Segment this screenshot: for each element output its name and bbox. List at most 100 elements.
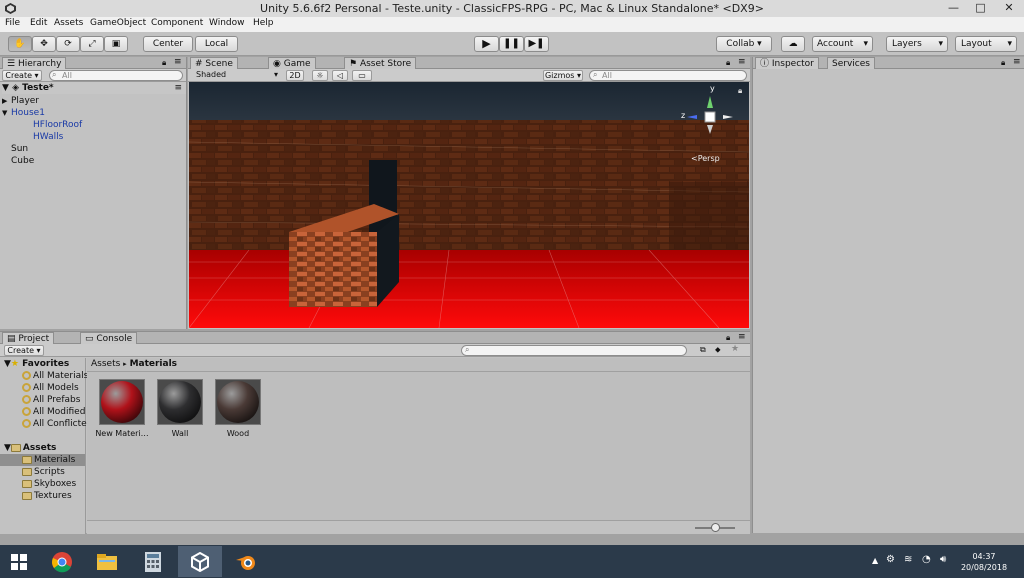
favorites-header[interactable]: ▼★ Favorites [0, 358, 85, 370]
menu-help[interactable]: Help [253, 18, 274, 28]
filter-type-icon[interactable]: ⧉ [700, 345, 706, 355]
menu-edit[interactable]: Edit [30, 18, 47, 28]
star-icon[interactable]: ★ [731, 344, 739, 354]
pivot-center-button[interactable]: Center [143, 36, 193, 52]
lock-icon[interactable]: 🔒︎ [726, 58, 730, 68]
persp-label[interactable]: <Persp [691, 154, 720, 163]
rect-tool-icon[interactable]: ▣ [104, 36, 128, 52]
play-button[interactable]: ▶ [474, 36, 499, 52]
close-button[interactable]: ✕ [994, 0, 1024, 17]
collab-button[interactable]: Collab ▾ [716, 36, 772, 52]
panel-menu-icon[interactable]: ≡ [174, 57, 182, 67]
hierarchy-item[interactable]: Sun [0, 143, 186, 155]
step-button[interactable]: ▶❚ [524, 36, 549, 52]
favorite-item[interactable]: All Modified [0, 406, 85, 418]
panel-menu-icon[interactable]: ≡ [738, 332, 746, 342]
scene-viewport[interactable]: y z 🔒︎ <Persp [189, 82, 749, 328]
scale-tool-icon[interactable]: ⤢ [80, 36, 104, 52]
pivot-local-button[interactable]: Local [195, 36, 238, 52]
lock-icon[interactable]: 🔒︎ [726, 333, 730, 343]
audio-toggle-icon[interactable]: ◁ [332, 70, 348, 81]
pause-button[interactable]: ❚❚ [499, 36, 524, 52]
layout-dropdown[interactable]: Layout ▾ [955, 36, 1017, 52]
wifi-tray-icon[interactable]: ◔ [922, 554, 931, 565]
calculator-icon[interactable] [131, 546, 175, 577]
steam-tray-icon[interactable]: ⚙ [886, 554, 895, 565]
hierarchy-item[interactable]: ▼ House1 [0, 107, 186, 119]
volume-tray-icon[interactable]: 🔊︎ [940, 554, 946, 565]
windows-start-icon[interactable] [0, 546, 38, 577]
material-label: Wood [226, 429, 250, 438]
menu-assets[interactable]: Assets [54, 18, 83, 28]
lock-icon[interactable]: 🔒︎ [162, 58, 166, 68]
chrome-icon[interactable] [40, 546, 84, 577]
tab-asset-store[interactable]: ⚑ Asset Store [344, 57, 417, 69]
move-tool-icon[interactable]: ✥ [32, 36, 56, 52]
breadcrumb-materials[interactable]: Materials [130, 359, 177, 369]
hierarchy-item[interactable]: HWalls [0, 131, 186, 143]
network-tray-icon[interactable]: ≋ [904, 554, 912, 565]
rotate-tool-icon[interactable]: ⟳ [56, 36, 80, 52]
hand-tool-icon[interactable]: ✋ [8, 36, 32, 52]
favorite-item[interactable]: All Prefabs [0, 394, 85, 406]
folder-item[interactable]: Textures [0, 490, 85, 502]
light-toggle-icon[interactable]: ☼ [312, 70, 328, 81]
hierarchy-search-input[interactable]: All [49, 70, 183, 81]
cloud-icon[interactable]: ☁ [781, 36, 805, 52]
expand-arrow-icon[interactable]: ▶ [2, 95, 11, 107]
zoom-slider-handle[interactable] [711, 523, 720, 532]
menu-window[interactable]: Window [209, 18, 245, 28]
file-explorer-icon[interactable] [85, 546, 129, 577]
hierarchy-item[interactable]: ▶ Player [0, 95, 186, 107]
account-label: Account [817, 39, 854, 49]
taskbar-clock[interactable]: 04:37 20/08/2018 [954, 551, 1014, 573]
layers-dropdown[interactable]: Layers ▾ [886, 36, 948, 52]
folder-item[interactable]: Materials [0, 454, 85, 466]
menu-gameobject[interactable]: GameObject [90, 18, 146, 28]
orientation-gizmo[interactable] [685, 86, 741, 146]
scene-root-item[interactable]: ▼ ◈ Teste* ≡ [2, 82, 186, 94]
tab-inspector[interactable]: ⓘ Inspector [755, 57, 819, 69]
tab-services[interactable]: Services [827, 57, 875, 69]
material-asset[interactable]: New Materi… [93, 379, 151, 438]
folder-item[interactable]: Scripts [0, 466, 85, 478]
material-asset[interactable]: Wood [209, 379, 267, 438]
assets-header[interactable]: ▼ Assets [0, 442, 85, 454]
favorite-item[interactable]: All Materials [0, 370, 88, 382]
tab-console[interactable]: ▭ Console [80, 332, 138, 344]
panel-menu-icon[interactable]: ≡ [738, 57, 746, 67]
menu-component[interactable]: Component [151, 18, 203, 28]
scene-menu-icon[interactable]: ≡ [174, 82, 182, 94]
tag-icon[interactable]: ⬥ [715, 345, 721, 355]
maximize-button[interactable]: □ [967, 0, 994, 17]
favorite-item[interactable]: All Models [0, 382, 85, 394]
hierarchy-item[interactable]: Cube [0, 155, 186, 167]
hierarchy-item[interactable]: HFloorRoof [0, 119, 186, 131]
expand-arrow-icon[interactable]: ▼ [2, 107, 11, 119]
tab-game[interactable]: ◉ Game [268, 57, 316, 69]
shading-dropdown[interactable]: Shaded [196, 70, 226, 79]
lock-icon[interactable]: 🔒︎ [1001, 58, 1005, 68]
gizmos-dropdown[interactable]: Gizmos ▾ [543, 70, 583, 81]
favorite-item[interactable]: All Conflicte [0, 418, 87, 430]
menu-file[interactable]: File [5, 18, 20, 28]
lock-icon[interactable]: 🔒︎ [738, 86, 742, 96]
account-dropdown[interactable]: Account ▾ [812, 36, 873, 52]
breadcrumb-assets[interactable]: Assets [91, 359, 120, 369]
blender-icon[interactable] [224, 546, 268, 577]
scene-search-input[interactable]: All [589, 70, 747, 81]
folder-item[interactable]: Skyboxes [0, 478, 85, 490]
minimize-button[interactable]: — [940, 0, 967, 17]
tab-hierarchy[interactable]: ☰ Hierarchy [2, 57, 67, 69]
tray-expand-icon[interactable]: ▲ [872, 556, 878, 565]
project-search-input[interactable] [461, 345, 687, 356]
create-dropdown[interactable]: Create ▾ [2, 70, 42, 81]
unity-taskbar-icon[interactable] [178, 546, 222, 577]
material-asset[interactable]: Wall [151, 379, 209, 438]
tab-scene[interactable]: # Scene [190, 57, 238, 69]
tab-project[interactable]: ▤ Project [2, 332, 55, 344]
project-create-dropdown[interactable]: Create ▾ [4, 345, 44, 356]
panel-menu-icon[interactable]: ≡ [1013, 57, 1021, 67]
effects-dropdown-icon[interactable]: ▭ [352, 70, 372, 81]
mode-2d-toggle[interactable]: 2D [286, 70, 304, 81]
